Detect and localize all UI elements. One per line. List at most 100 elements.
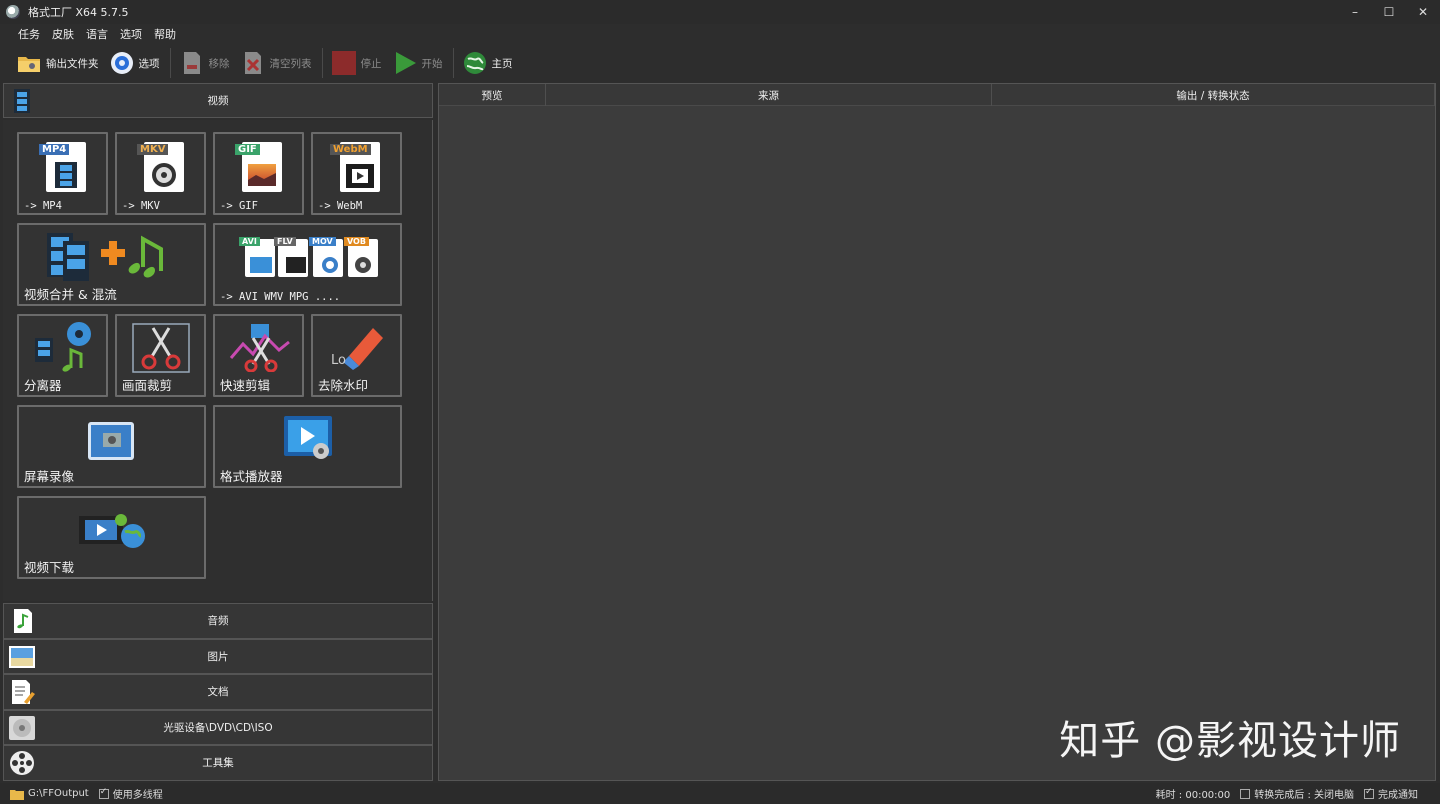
left-panel: 视频 MP4 -> MP4 MKV -> MKV GIF -> GIF WebM…	[3, 83, 433, 781]
options-button[interactable]: 选项	[105, 47, 164, 79]
picture-icon	[8, 643, 36, 671]
tile-merge-mux-label: 视频合并 & 混流	[24, 287, 117, 302]
tile-player[interactable]: 格式播放器	[213, 405, 402, 488]
category-audio-label: 音频	[207, 615, 229, 628]
after-done-checkbox[interactable]	[1240, 788, 1251, 799]
home-label: 主页	[491, 57, 513, 70]
tile-to-mkv-label: -> MKV	[122, 200, 160, 212]
stop-icon	[331, 50, 357, 76]
task-list-header: 预览 来源 输出 / 转换状态	[439, 84, 1435, 106]
notify-checkbox[interactable]	[1364, 787, 1374, 799]
globe-icon	[462, 50, 488, 76]
tile-merge-mux[interactable]: 视频合并 & 混流	[17, 223, 206, 306]
elapsed-time: 耗时 : 00:00:00	[1155, 790, 1231, 801]
app-icon	[6, 5, 20, 19]
toolbar-separator	[452, 48, 454, 78]
category-video[interactable]: 视频	[3, 83, 433, 118]
options-label: 选项	[138, 57, 160, 70]
tile-to-webm-label: -> WebM	[318, 200, 363, 212]
remove-button[interactable]: 移除	[175, 47, 234, 79]
category-audio[interactable]: 音频	[3, 603, 433, 639]
output-folder-label: 输出文件夹	[46, 57, 99, 70]
tile-to-mkv[interactable]: MKV -> MKV	[115, 132, 206, 215]
tile-to-mp4[interactable]: MP4 -> MP4	[17, 132, 108, 215]
category-list: 音频 图片 文档 光驱设备\DVD\CD\ISO 工具集	[3, 603, 433, 781]
folder-icon	[16, 50, 42, 76]
category-disc-device[interactable]: 光驱设备\DVD\CD\ISO	[3, 709, 433, 745]
clear-list-button[interactable]: 清空列表	[236, 47, 316, 79]
tile-remove-watermark[interactable]: Lo 去除水印	[311, 314, 402, 397]
category-document[interactable]: 文档	[3, 674, 433, 710]
close-button[interactable]: ✕	[1406, 0, 1440, 24]
column-source[interactable]: 来源	[546, 84, 992, 106]
category-image[interactable]: 图片	[3, 638, 433, 674]
film-icon	[8, 87, 36, 115]
remove-label: 移除	[208, 57, 230, 70]
notify-toggle[interactable]: 完成通知	[1364, 786, 1418, 801]
category-toolbox-label: 工具集	[202, 757, 234, 770]
menu-help[interactable]: 帮助	[148, 26, 182, 42]
start-label: 开始	[421, 57, 443, 70]
column-preview[interactable]: 预览	[439, 84, 546, 106]
status-bar: G:\FFOutput 使用多线程 耗时 : 00:00:00 转换完成后 : …	[0, 783, 1440, 804]
multithread-toggle[interactable]: 使用多线程	[98, 786, 163, 801]
tile-to-other-formats-label: -> AVI WMV MPG ....	[220, 291, 341, 303]
menu-language[interactable]: 语言	[80, 26, 114, 42]
disc-icon	[8, 714, 36, 742]
tile-screen-record-label: 屏幕录像	[24, 469, 75, 484]
gif-badge: GIF	[235, 144, 260, 155]
window-controls: – ☐ ✕	[1338, 0, 1440, 24]
category-toolbox[interactable]: 工具集	[3, 745, 433, 781]
tile-quick-cut[interactable]: 快速剪辑	[213, 314, 304, 397]
tile-video-download[interactable]: 视频下载	[17, 496, 206, 579]
after-done-label: 转换完成后 : 关闭电脑	[1254, 790, 1354, 801]
column-output-status[interactable]: 输出 / 转换状态	[992, 84, 1435, 106]
category-image-label: 图片	[207, 650, 229, 663]
home-button[interactable]: 主页	[458, 47, 517, 79]
output-folder-button[interactable]: 输出文件夹	[12, 47, 103, 79]
tile-remove-watermark-label: 去除水印	[318, 378, 369, 393]
menu-task[interactable]: 任务	[12, 26, 46, 42]
document-icon	[8, 678, 36, 706]
menu-skin[interactable]: 皮肤	[46, 26, 80, 42]
stop-label: 停止	[360, 57, 382, 70]
tile-splitter-label: 分离器	[24, 378, 62, 393]
start-button[interactable]: 开始	[388, 47, 447, 79]
category-disc-device-label: 光驱设备\DVD\CD\ISO	[163, 721, 273, 734]
avi-badge: AVI	[239, 237, 260, 246]
output-path[interactable]: G:\FFOutput	[10, 788, 89, 800]
after-done-toggle[interactable]: 转换完成后 : 关闭电脑	[1240, 786, 1354, 801]
vob-badge: VOB	[344, 237, 369, 246]
play-icon	[392, 50, 418, 76]
category-video-label: 视频	[207, 95, 229, 107]
tile-to-gif[interactable]: GIF -> GIF	[213, 132, 304, 215]
tile-video-download-label: 视频下载	[24, 560, 75, 575]
svg-text:Lo: Lo	[331, 353, 346, 368]
menu-options[interactable]: 选项	[114, 26, 148, 42]
tile-to-mp4-label: -> MP4	[24, 200, 62, 212]
tile-quick-cut-label: 快速剪辑	[220, 378, 271, 393]
status-right: 耗时 : 00:00:00 转换完成后 : 关闭电脑 完成通知	[1156, 783, 1418, 804]
webm-badge: WebM	[330, 144, 371, 155]
tile-to-other-formats[interactable]: AVI FLV MOV VOB -> AVI WMV MPG ....	[213, 223, 402, 306]
minimize-button[interactable]: –	[1338, 0, 1372, 24]
toolbar: 输出文件夹 选项 移除 清空列表 停止 开始 主页	[0, 45, 1440, 81]
mov-badge: MOV	[309, 237, 336, 246]
gear-icon	[109, 50, 135, 76]
multithread-checkbox[interactable]	[98, 787, 109, 799]
tile-splitter[interactable]: 分离器	[17, 314, 108, 397]
tile-crop[interactable]: 画面裁剪	[115, 314, 206, 397]
notify-label: 完成通知	[1378, 790, 1418, 801]
tile-screen-record[interactable]: 屏幕录像	[17, 405, 206, 488]
maximize-button[interactable]: ☐	[1372, 0, 1406, 24]
clear-list-icon	[240, 50, 266, 76]
window-title: 格式工厂 X64 5.7.5	[28, 6, 129, 19]
title-bar: 格式工厂 X64 5.7.5 – ☐ ✕	[0, 0, 1440, 24]
film-reel-icon	[8, 749, 36, 777]
tile-to-webm[interactable]: WebM -> WebM	[311, 132, 402, 215]
task-list-panel[interactable]: 预览 来源 输出 / 转换状态 知乎 @影视设计师	[438, 83, 1436, 781]
clear-list-label: 清空列表	[269, 57, 312, 70]
stop-button[interactable]: 停止	[327, 47, 386, 79]
multithread-label: 使用多线程	[112, 790, 163, 801]
output-path-text: G:\FFOutput	[28, 788, 89, 799]
